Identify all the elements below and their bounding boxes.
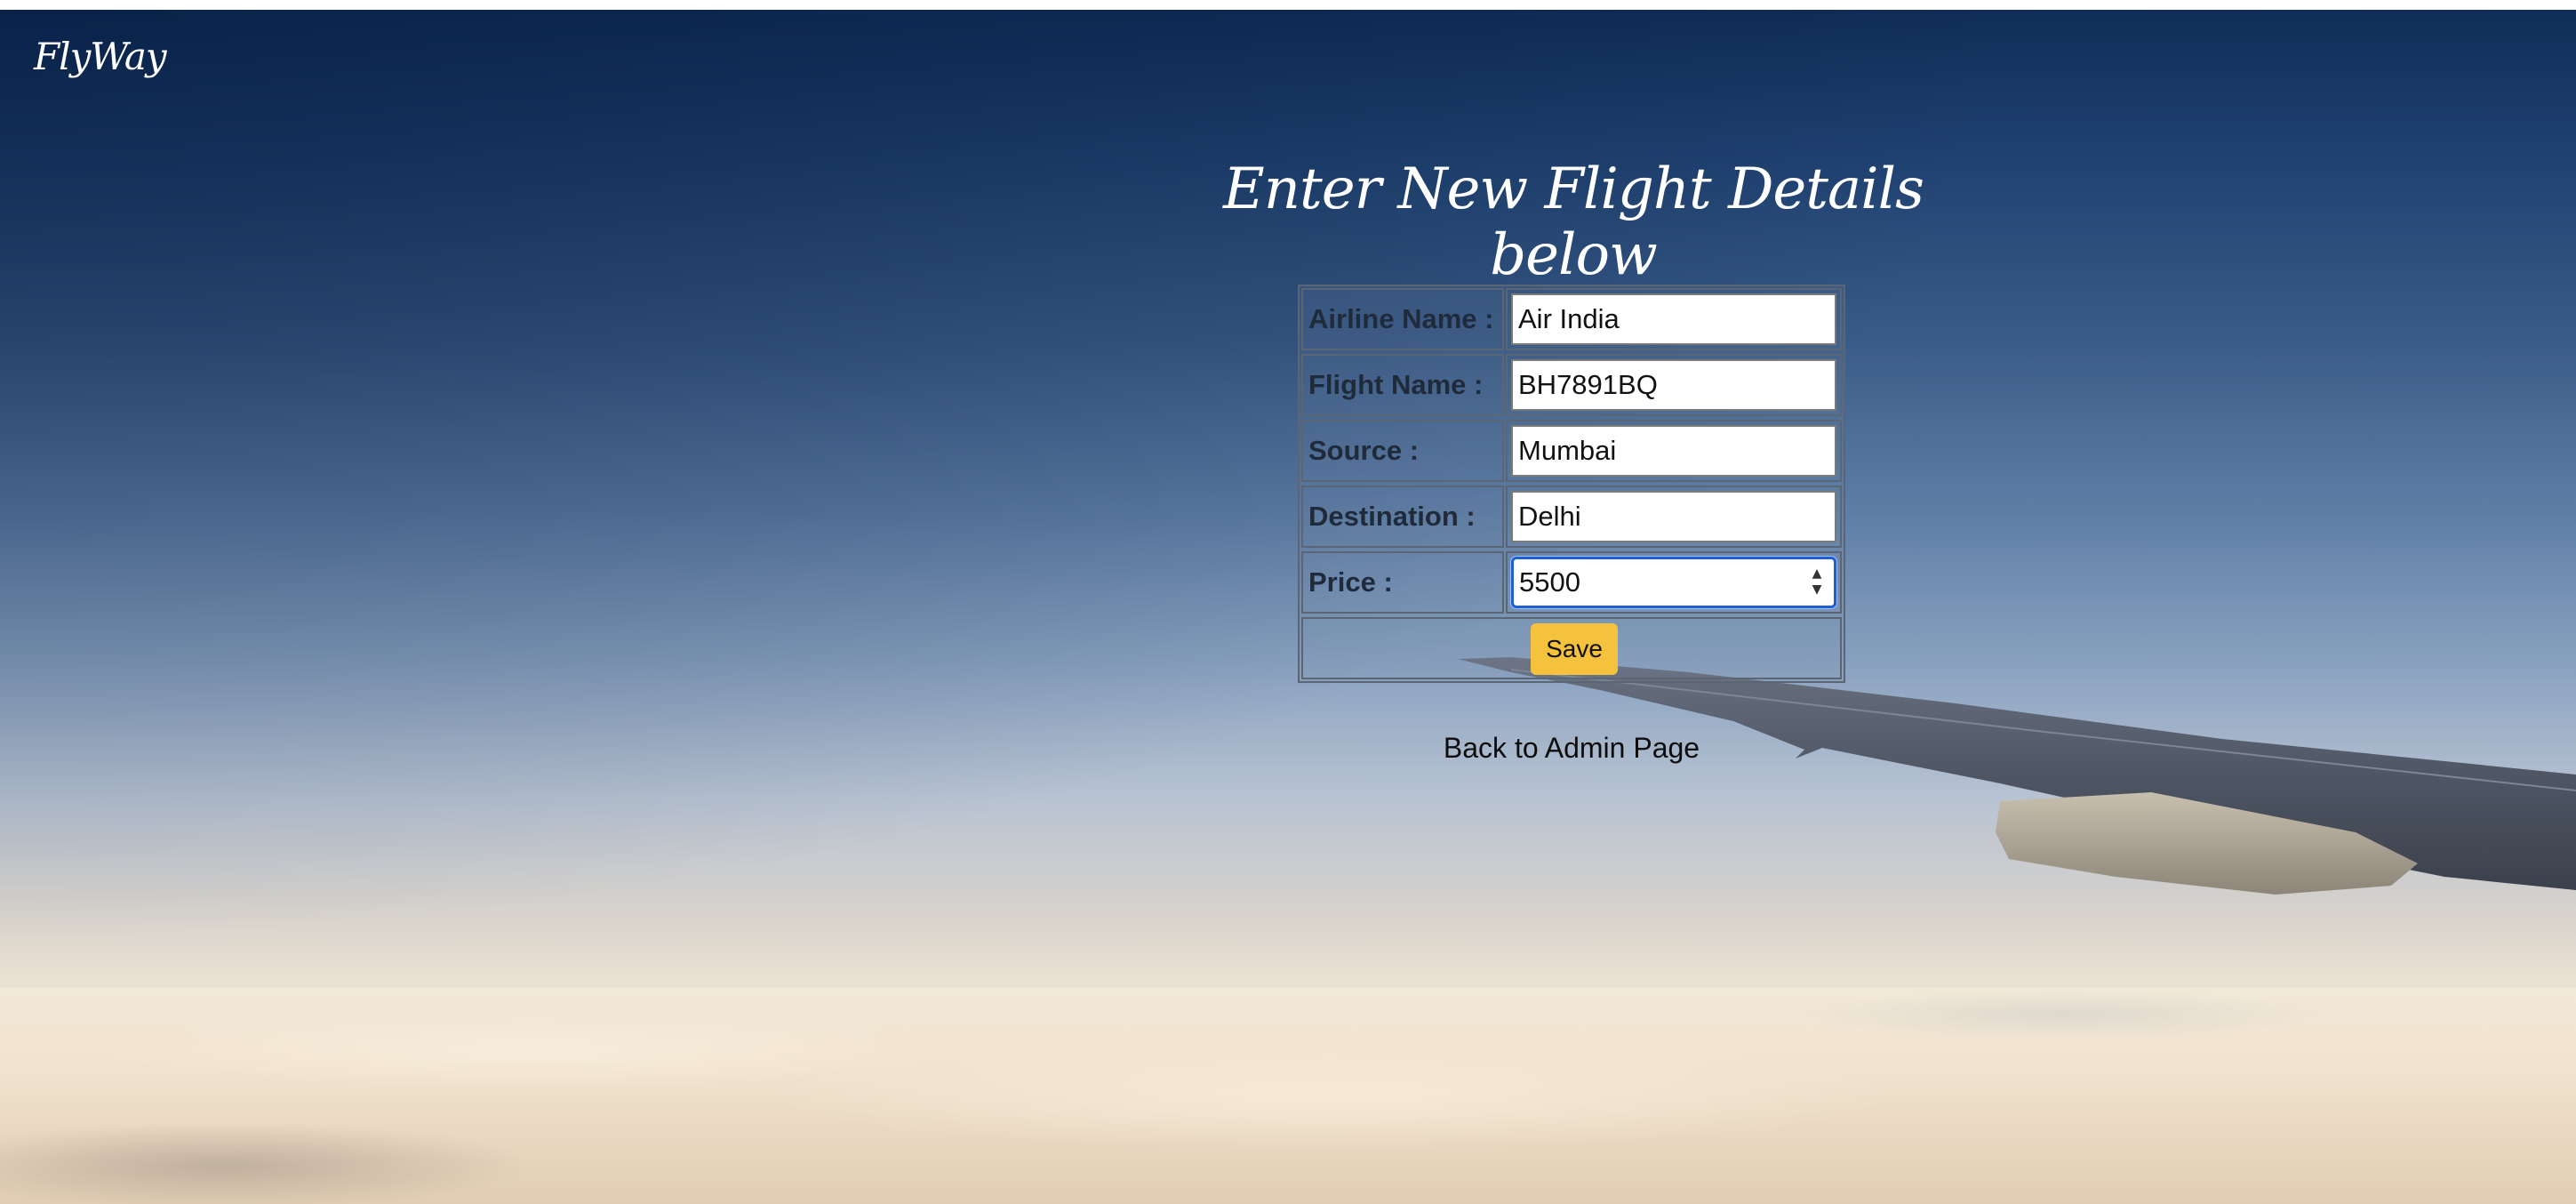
source-input[interactable] <box>1511 425 1836 477</box>
destination-cell <box>1506 486 1842 548</box>
source-label: Source : <box>1301 420 1504 482</box>
form-row-flight-name: Flight Name : <box>1301 354 1842 416</box>
page-title: Enter New Flight Details below <box>1223 157 1924 288</box>
spinner-up-icon[interactable]: ▲ <box>1806 566 1828 582</box>
airline-name-label: Airline Name : <box>1301 288 1504 350</box>
form-row-price: Price : ▲ ▼ <box>1301 551 1842 614</box>
form-row-save: Save <box>1301 617 1842 679</box>
form-row-airline-name: Airline Name : <box>1301 288 1842 350</box>
destination-label: Destination : <box>1301 486 1504 548</box>
save-button[interactable]: Save <box>1531 623 1618 675</box>
page-background: FlyWay Enter New Flight Details below Ai… <box>0 10 2576 1204</box>
back-to-admin-link[interactable]: Back to Admin Page <box>1360 732 1783 765</box>
flight-name-label: Flight Name : <box>1301 354 1504 416</box>
form-row-destination: Destination : <box>1301 486 1842 548</box>
price-cell: ▲ ▼ <box>1506 551 1842 614</box>
airline-name-cell <box>1506 288 1842 350</box>
form-row-source: Source : <box>1301 420 1842 482</box>
brand-logo[interactable]: FlyWay <box>34 35 167 78</box>
spinner-down-icon[interactable]: ▼ <box>1806 582 1828 598</box>
price-input[interactable] <box>1511 557 1836 608</box>
flight-name-cell <box>1506 354 1842 416</box>
source-cell <box>1506 420 1842 482</box>
flight-name-input[interactable] <box>1511 359 1836 411</box>
price-label: Price : <box>1301 551 1504 614</box>
number-spinner-icon[interactable]: ▲ ▼ <box>1806 566 1828 603</box>
destination-input[interactable] <box>1511 491 1836 542</box>
flight-details-form: Airline Name : Flight Name : Source : De… <box>1298 285 1845 683</box>
airline-name-input[interactable] <box>1511 293 1836 345</box>
